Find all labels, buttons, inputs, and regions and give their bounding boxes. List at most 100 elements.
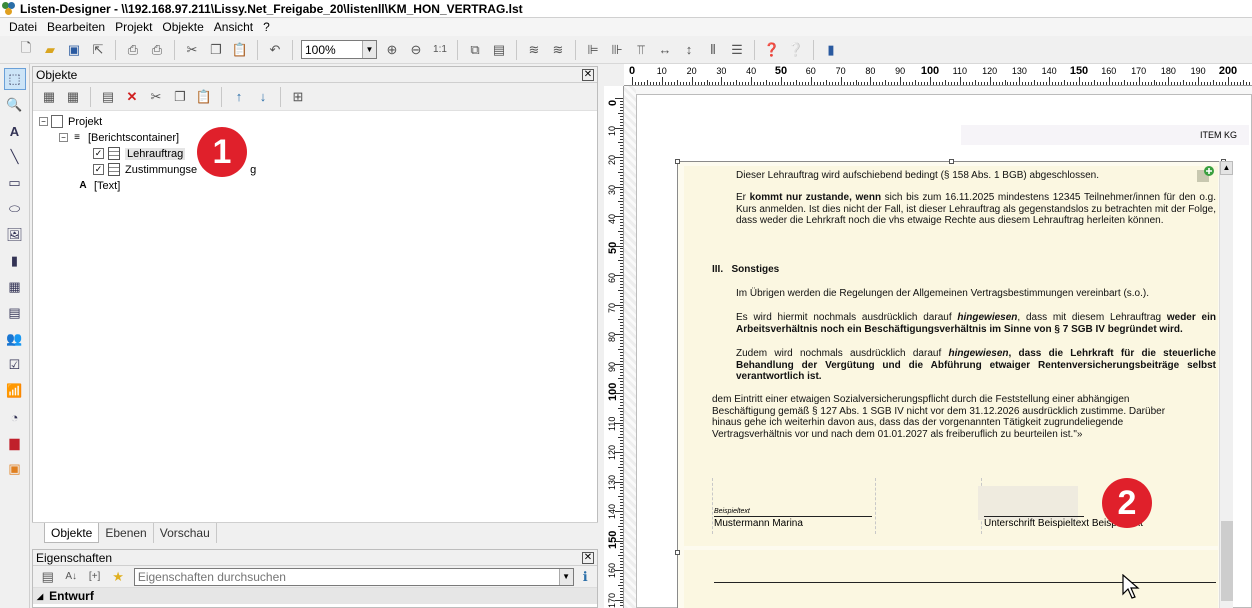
resize-handle[interactable] [949,159,954,164]
favorites-icon[interactable]: ★ [108,567,127,587]
print-preview-icon[interactable]: ⎙ [123,40,143,60]
save-icon[interactable]: ▣ [64,40,84,60]
select-tool-icon[interactable]: ⬚ [3,68,26,90]
same-height-icon[interactable]: ↕ [679,40,699,60]
properties-search-input[interactable] [134,569,559,584]
visibility-checkbox[interactable]: ✓ [93,148,104,159]
same-width-icon[interactable]: ↔ [655,40,675,60]
cut-icon[interactable]: ✂ [182,40,202,60]
variables-icon[interactable]: ⊞ [288,87,308,107]
export-icon[interactable]: ⇱ [88,40,108,60]
close-icon[interactable]: ✕ [582,551,594,564]
ruler-tick [620,221,623,223]
tree-node-projekt[interactable]: − Projekt [39,115,102,128]
copy-icon[interactable]: ❐ [170,87,190,107]
table-tool-icon[interactable]: ▦ [4,276,26,298]
layer-back-icon[interactable]: ≋ [548,40,568,60]
bookmark-icon[interactable]: ▮ [821,40,841,60]
copy-icon[interactable]: ❐ [206,40,226,60]
pdf-tool-icon[interactable]: ▆ [4,432,26,454]
gauge-tool-icon[interactable]: ◔ [4,406,26,428]
text-tool-icon[interactable]: A [4,120,26,142]
users-tool-icon[interactable]: 👥 [4,328,26,350]
scroll-up-icon[interactable]: ▲ [1220,161,1233,175]
zoom-in-icon[interactable]: ⊕ [382,40,402,60]
paste-icon[interactable]: 📋 [194,87,214,107]
resize-handle[interactable] [675,550,680,555]
close-icon[interactable]: ✕ [582,68,594,81]
tab-ebenen[interactable]: Ebenen [99,523,154,543]
tree-node-berichtscontainer[interactable]: − ≡ [Berichtscontainer] [59,131,179,144]
delete-icon[interactable]: ✕ [122,87,142,107]
layer-front-icon[interactable]: ≋ [524,40,544,60]
distribute-h-icon[interactable]: ⫴ [703,40,723,60]
signature-field[interactable] [978,486,1078,520]
align-top-icon[interactable]: ⫪ [631,40,651,60]
ruler-tick [730,82,732,85]
ole-tool-icon[interactable]: ▣ [4,458,26,480]
chevron-down-icon[interactable]: ▼ [558,568,573,585]
chevron-down-icon[interactable]: ▼ [362,41,376,58]
menu-bearbeiten[interactable]: Bearbeiten [42,20,110,34]
menu-objekte[interactable]: Objekte [157,20,208,34]
add-table-icon[interactable]: ▦ [39,87,59,107]
properties-search[interactable]: ▼ [133,567,574,586]
sort-alpha-icon[interactable]: A↓ [61,567,80,587]
cut-icon[interactable]: ✂ [146,87,166,107]
add-subtable-icon[interactable]: ▦ [63,87,83,107]
menu-help[interactable]: ? [258,20,275,34]
zoom-reset-button[interactable]: 1:1 [430,40,450,60]
ruler-tick [837,82,839,85]
resize-handle[interactable] [675,159,680,164]
context-help-icon[interactable]: ❔ [786,40,806,60]
distribute-v-icon[interactable]: ☰ [727,40,747,60]
help-icon[interactable]: ❓ [762,40,782,60]
undo-icon[interactable]: ↶ [265,40,285,60]
collapse-icon[interactable]: − [39,117,48,126]
property-group-entwurf[interactable]: ◢ Entwurf [33,588,597,604]
properties-icon[interactable]: ▤ [98,87,118,107]
container-scrollbar[interactable]: ▲ [1219,161,1233,608]
paragraph-hinweis-1: Es wird hiermit nochmals ausdrücklich da… [736,312,1216,335]
collapse-icon[interactable]: − [59,133,68,142]
zoom-out-icon[interactable]: ⊖ [406,40,426,60]
report-container[interactable]: Dieser Lehrauftrag wird aufschiebend bed… [675,159,1226,608]
menu-ansicht[interactable]: Ansicht [209,20,258,34]
new-file-icon[interactable]: 🗋 [16,40,36,60]
layout-icon[interactable]: ⧉ [465,40,485,60]
barcode-tool-icon[interactable]: ▮ [4,250,26,272]
menu-projekt[interactable]: Projekt [110,20,157,34]
paste-icon[interactable]: 📋 [230,40,250,60]
print-icon[interactable]: ⎙ [147,40,167,60]
line-tool-icon[interactable]: ╲ [4,146,26,168]
zoom-select[interactable]: 100% ▼ [301,40,377,59]
chart-tool-icon[interactable]: 📶 [4,380,26,402]
tree-label-suffix: g [250,163,257,176]
rectangle-tool-icon[interactable]: ▭ [4,172,26,194]
expand-all-button[interactable]: [+] [85,567,104,587]
zoom-tool-icon[interactable]: 🔍 [4,94,26,116]
move-up-icon[interactable]: ↑ [229,87,249,107]
ruler-tick [620,301,623,303]
move-down-icon[interactable]: ↓ [253,87,273,107]
checkbox-tool-icon[interactable]: ☑ [4,354,26,376]
visibility-checkbox[interactable]: ✓ [93,164,104,175]
open-folder-icon[interactable]: ▰ [40,40,60,60]
ruler-tick [620,513,623,515]
info-icon[interactable]: ℹ [576,567,595,587]
collapse-icon[interactable]: ◢ [37,592,43,601]
formatted-text-tool-icon[interactable]: ▤ [4,302,26,324]
categorized-icon[interactable]: ▤ [38,567,57,587]
ellipse-tool-icon[interactable]: ⬭ [4,198,26,220]
tab-vorschau[interactable]: Vorschau [154,523,217,543]
image-tool-icon[interactable]: 🖼 [4,224,26,246]
menu-datei[interactable]: Datei [4,20,42,34]
align-right-icon[interactable]: ⊪ [607,40,627,60]
tree-node-lehrauftrag[interactable]: ✓ Lehrauftrag [93,147,186,160]
design-workspace[interactable]: ITEM KG Dieser Lehrauftrag wird aufschie… [624,86,1252,608]
tree-node-text[interactable]: A [Text] [77,179,120,192]
properties-icon[interactable]: ▤ [489,40,509,60]
align-left-icon[interactable]: ⊫ [583,40,603,60]
scrollbar-thumb[interactable] [1221,521,1233,601]
tab-objekte[interactable]: Objekte [44,523,100,543]
